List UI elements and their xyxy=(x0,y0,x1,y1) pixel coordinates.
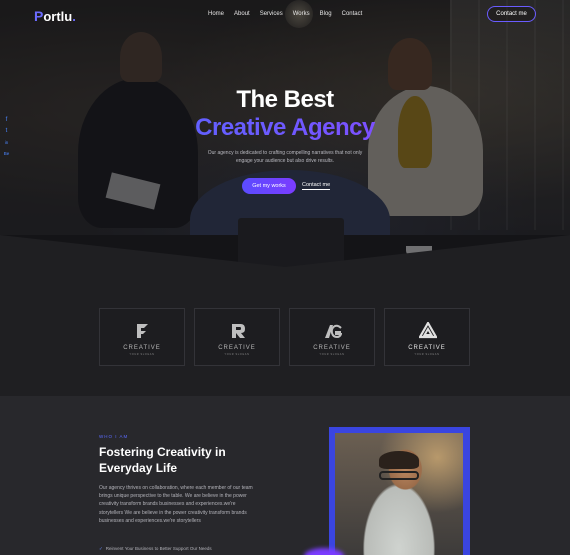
photo-person-glasses xyxy=(379,471,419,480)
client-logo-name: CREATIVE xyxy=(313,345,351,351)
behance-icon[interactable]: Be xyxy=(3,150,10,157)
nav-works[interactable]: Works xyxy=(293,11,310,17)
client-logo-name: CREATIVE xyxy=(218,345,256,351)
nav-blog[interactable]: Blog xyxy=(320,11,332,17)
client-logo-triangle-icon xyxy=(419,322,437,339)
about-check-text: Reinvent Your Business to Better Support… xyxy=(105,546,212,551)
client-logo-card[interactable]: CREATIVE YOUR SLOGAN xyxy=(384,308,470,366)
nav-services[interactable]: Services xyxy=(260,11,283,17)
client-logo-slogan: YOUR SLOGAN xyxy=(319,353,345,356)
client-logo-card[interactable]: CREATIVE YOUR SLOGAN xyxy=(289,308,375,366)
contact-me-link[interactable]: Contact me xyxy=(302,182,331,190)
about-eyebrow: WHO I AM xyxy=(99,434,129,439)
client-logo-r-icon xyxy=(232,324,245,338)
brand-logo-dot: . xyxy=(72,9,76,24)
get-my-works-button[interactable]: Get my works xyxy=(242,178,296,194)
nav-about[interactable]: About xyxy=(234,11,250,17)
hero-title-gradient: Creative Agency xyxy=(0,114,570,142)
about-title: Fostering Creativity in Everyday Life xyxy=(99,445,226,475)
about-check-item: ✓ Reinvent Your Business to Better Suppor… xyxy=(99,546,212,552)
brand-logo[interactable]: Portlu. xyxy=(34,8,76,24)
client-logo-card[interactable]: CREATIVE YOUR SLOGAN xyxy=(194,308,280,366)
brand-logo-letter: P xyxy=(34,8,44,24)
client-logo-slogan: YOUR SLOGAN xyxy=(129,353,155,356)
hero-wave-divider xyxy=(0,235,570,270)
client-logo-b-icon xyxy=(137,324,148,338)
client-logo-card[interactable]: CREATIVE YOUR SLOGAN xyxy=(99,308,185,366)
about-photo xyxy=(335,433,463,555)
client-logo-slogan: YOUR SLOGAN xyxy=(414,353,440,356)
check-icon: ✓ xyxy=(99,546,103,551)
about-text: Our agency thrives on collaboration, whe… xyxy=(99,485,253,524)
contact-me-button[interactable]: Contact me xyxy=(487,6,536,22)
about-section: WHO I AM Fostering Creativity in Everyda… xyxy=(0,396,570,555)
client-logo-name: CREATIVE xyxy=(408,345,446,351)
nav-home[interactable]: Home xyxy=(208,11,224,17)
main-nav: Home About Services Works Blog Contact xyxy=(208,11,362,17)
client-logo-slogan: YOUR SLOGAN xyxy=(224,353,250,356)
hero-title: The Best xyxy=(236,86,334,113)
photo-person-hair xyxy=(379,451,419,469)
brand-logo-text: ortlu xyxy=(43,9,73,24)
client-logo-ag-icon xyxy=(325,324,342,339)
hero-description: Our agency is dedicated to crafting comp… xyxy=(207,150,363,164)
client-logo-name: CREATIVE xyxy=(123,345,161,351)
nav-contact[interactable]: Contact xyxy=(342,11,363,17)
client-logos-section: CREATIVE YOUR SLOGAN CREATIVE YOUR SLOGA… xyxy=(0,270,570,396)
